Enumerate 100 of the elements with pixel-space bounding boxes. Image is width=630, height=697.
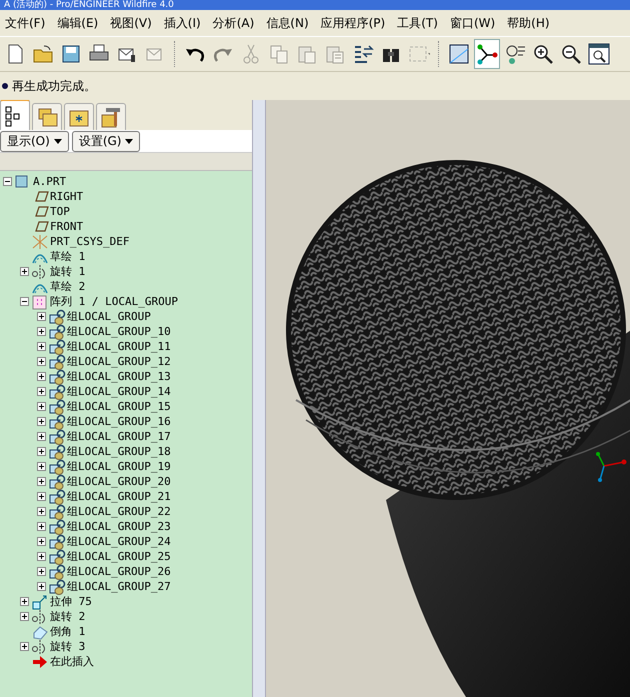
tree-item[interactable]: 组LOCAL_GROUP_13 <box>67 369 171 384</box>
folders-icon <box>36 106 58 128</box>
tree-item[interactable]: A.PRT <box>33 175 66 188</box>
coordinate-system-icon <box>31 234 49 250</box>
expand-icon[interactable] <box>36 327 46 336</box>
group-icon <box>48 458 66 474</box>
hammer-folder-tab[interactable] <box>96 103 126 130</box>
expand-icon[interactable] <box>36 462 46 471</box>
group-icon <box>48 368 66 384</box>
expand-icon[interactable] <box>20 597 28 606</box>
expand-icon[interactable] <box>20 642 28 651</box>
group-icon <box>48 548 66 564</box>
tree-item[interactable]: RIGHT <box>50 190 84 203</box>
bullet-icon <box>2 83 8 89</box>
expand-icon[interactable] <box>36 552 46 561</box>
menu-item[interactable]: 应用程序(P) <box>316 14 390 32</box>
tree-tab[interactable] <box>0 100 30 130</box>
expand-icon[interactable] <box>36 432 46 441</box>
tree-item[interactable]: 旋转 3 <box>50 639 86 654</box>
menu-item[interactable]: 窗口(W) <box>444 14 500 32</box>
tree-item[interactable]: 组LOCAL_GROUP_20 <box>67 474 171 489</box>
folder-icon <box>32 43 54 65</box>
caret-icon <box>125 138 134 144</box>
expand-icon[interactable] <box>36 372 46 381</box>
chamfer-icon <box>31 624 49 640</box>
group-icon <box>48 444 66 460</box>
tree-item[interactable]: 组LOCAL_GROUP_18 <box>67 444 171 459</box>
tree-item[interactable]: 组LOCAL_GROUP <box>67 309 151 324</box>
hammer-folder-icon <box>100 106 122 128</box>
collapse-icon[interactable] <box>20 297 28 306</box>
tree-item[interactable]: 阵列 1 / LOCAL_GROUP <box>50 294 178 309</box>
tree-item[interactable]: 草绘 2 <box>50 279 86 294</box>
tree-item[interactable]: 在此插入 <box>50 654 94 669</box>
tree-item[interactable]: 组LOCAL_GROUP_11 <box>67 339 171 354</box>
expand-icon[interactable] <box>36 492 46 501</box>
tree-item[interactable]: 组LOCAL_GROUP_14 <box>67 384 171 399</box>
dropdown-button[interactable]: 设置(G) <box>72 130 140 152</box>
menu-item[interactable]: 工具(T) <box>392 14 443 32</box>
tree-item[interactable]: 组LOCAL_GROUP_27 <box>67 579 171 594</box>
tree-item[interactable]: 组LOCAL_GROUP_24 <box>67 534 171 549</box>
expand-icon[interactable] <box>36 387 46 396</box>
pattern-icon <box>31 294 49 310</box>
menu-item[interactable]: 分析(A) <box>208 14 260 32</box>
tree-item[interactable]: 组LOCAL_GROUP_21 <box>67 489 171 504</box>
expand-icon[interactable] <box>36 477 46 486</box>
tree-item[interactable]: 组LOCAL_GROUP_22 <box>67 504 171 519</box>
menu-item[interactable]: 帮助(H) <box>502 14 555 32</box>
datum-points-icon <box>504 43 526 65</box>
expand-icon[interactable] <box>36 447 46 456</box>
expand-icon[interactable] <box>36 342 46 351</box>
group-icon <box>48 324 66 340</box>
tree-item[interactable]: PRT_CSYS_DEF <box>50 235 130 248</box>
tree-item[interactable]: 旋转 2 <box>50 609 86 624</box>
dropdown-button[interactable]: 显示(O) <box>0 130 69 152</box>
tree-item[interactable]: 旋转 1 <box>50 264 86 279</box>
expand-icon[interactable] <box>36 357 46 366</box>
tree-item[interactable]: 组LOCAL_GROUP_16 <box>67 414 171 429</box>
tree-item[interactable]: 组LOCAL_GROUP_23 <box>67 519 171 534</box>
group-icon <box>48 534 66 550</box>
tree-item[interactable]: 组LOCAL_GROUP_19 <box>67 459 171 474</box>
tree-item[interactable]: 倒角 1 <box>50 624 86 639</box>
expand-icon[interactable] <box>36 417 46 426</box>
menu-item[interactable]: 视图(V) <box>105 14 157 32</box>
expand-icon[interactable] <box>36 522 46 531</box>
tree-item[interactable]: 组LOCAL_GROUP_12 <box>67 354 171 369</box>
expand-icon[interactable] <box>36 537 46 546</box>
datum-axis-button[interactable] <box>474 39 500 69</box>
expand-icon[interactable] <box>20 267 28 276</box>
caret-icon <box>54 138 62 144</box>
tree-item[interactable]: 组LOCAL_GROUP_25 <box>67 549 171 564</box>
tree-item[interactable]: 拉伸 75 <box>50 594 92 609</box>
menu-item[interactable]: 编辑(E) <box>52 14 104 32</box>
group-icon <box>48 398 66 414</box>
extrude-icon <box>31 594 49 610</box>
expand-icon[interactable] <box>36 402 46 411</box>
menu-item[interactable]: 信息(N) <box>261 14 314 32</box>
expand-icon[interactable] <box>36 507 46 516</box>
tree-item[interactable]: 组LOCAL_GROUP_26 <box>67 564 171 579</box>
expand-icon[interactable] <box>36 582 46 591</box>
star-folder-tab[interactable] <box>64 103 94 130</box>
copy-icon <box>268 43 290 65</box>
collapse-icon[interactable] <box>2 177 12 186</box>
group-icon <box>48 504 66 520</box>
group-icon <box>48 488 66 504</box>
tree-item[interactable]: 组LOCAL_GROUP_15 <box>67 399 171 414</box>
folders-tab[interactable] <box>32 103 62 130</box>
group-icon <box>48 578 66 594</box>
tree-item[interactable]: TOP <box>50 205 70 218</box>
tree-item[interactable]: 草绘 1 <box>50 249 86 264</box>
menu-item[interactable]: 文件(F) <box>0 14 50 32</box>
datum-plane-icon <box>448 43 470 65</box>
expand-icon[interactable] <box>20 612 28 621</box>
tree-item[interactable]: 组LOCAL_GROUP_17 <box>67 429 171 444</box>
tree-item[interactable]: FRONT <box>50 220 84 233</box>
tree-item[interactable]: 组LOCAL_GROUP_10 <box>67 324 171 339</box>
expand-icon[interactable] <box>36 312 46 321</box>
datum-axis-icon <box>476 43 498 65</box>
expand-icon[interactable] <box>36 567 46 576</box>
refit-icon <box>588 43 610 65</box>
menu-item[interactable]: 插入(I) <box>158 14 206 32</box>
